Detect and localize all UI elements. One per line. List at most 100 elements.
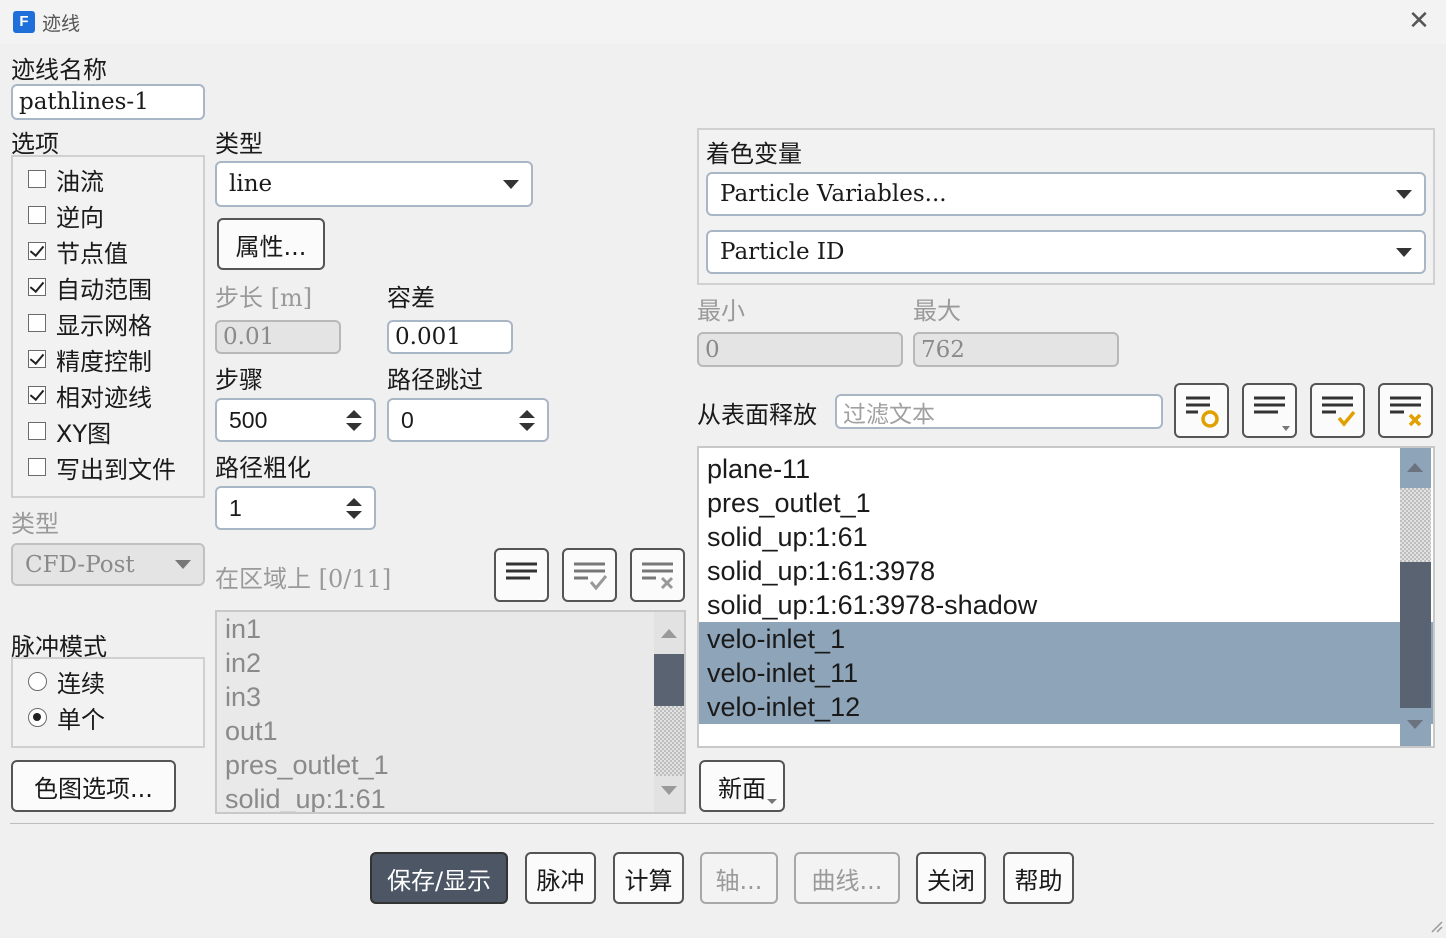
option-checkbox-row[interactable]: 相对迹线 — [28, 377, 203, 413]
option-label: 自动范围 — [56, 275, 152, 304]
new-surface-button[interactable]: 新面 — [699, 760, 785, 812]
color-variable-dropdown[interactable]: Particle ID — [706, 230, 1426, 274]
option-checkbox-row[interactable]: 节点值 — [28, 233, 203, 269]
close-button[interactable]: 关闭 — [916, 852, 986, 904]
help-button[interactable]: 帮助 — [1003, 852, 1074, 904]
min-field[interactable]: 0 — [697, 332, 903, 367]
option-label: 油流 — [56, 167, 104, 196]
surface-list-item[interactable]: solid_up:1:61:3978-shadow — [699, 588, 1433, 622]
zone-list-item[interactable]: pres_outlet_1 — [217, 748, 684, 782]
option-label: 逆向 — [56, 203, 104, 232]
window-title: 迹线 — [42, 13, 81, 35]
path-skip-label: 路径跳过 — [387, 366, 483, 394]
save-display-button[interactable]: 保存/显示 — [370, 852, 508, 904]
stepper-arrows-icon[interactable] — [346, 409, 362, 431]
step-length-label: 步长 [m] — [215, 284, 313, 312]
path-skip-stepper[interactable]: 0 — [387, 398, 549, 442]
tolerance-field[interactable]: 0.001 — [387, 320, 513, 354]
zones-label: 在区域上 [0/11] — [215, 565, 392, 593]
zone-list-item[interactable]: in3 — [217, 680, 684, 714]
pulse-radio-row[interactable]: 单个 — [28, 699, 203, 735]
steps-stepper[interactable]: 500 — [215, 398, 376, 442]
surface-list-item[interactable]: velo-inlet_12 — [699, 690, 1433, 724]
zones-select-all-icon[interactable] — [562, 548, 617, 602]
zones-items: in1 in2 in3 out1 pres_outlet_1 solid_up:1:61 — [217, 612, 684, 812]
surface-list-item[interactable]: solid_up:1:61 — [699, 520, 1433, 554]
color-category-value: Particle Variables... — [720, 181, 947, 207]
zones-list[interactable]: in1 in2 in3 out1 pres_outlet_1 solid_up:1:61 — [215, 610, 686, 814]
pulse-button[interactable]: 脉冲 — [525, 852, 596, 904]
zones-scrollbar[interactable] — [654, 612, 684, 812]
options-label: 选项 — [11, 130, 59, 158]
surface-list-item[interactable]: velo-inlet_1 — [699, 622, 1433, 656]
pulse-mode-list: 连续 单个 — [28, 663, 203, 735]
resize-grip-icon[interactable] — [1428, 912, 1444, 934]
path-coarsen-stepper[interactable]: 1 — [215, 486, 376, 530]
max-field[interactable]: 762 — [913, 332, 1119, 367]
checkbox-checked-icon[interactable] — [28, 242, 46, 260]
path-coarsen-label: 路径粗化 — [215, 454, 311, 482]
steps-value: 500 — [229, 406, 268, 433]
surface-list-item[interactable]: plane-11 — [699, 452, 1433, 486]
surface-items: plane-11 pres_outlet_1 solid_up:1:61 solid_… — [699, 448, 1433, 724]
lower-type-label: 类型 — [11, 510, 59, 538]
zone-list-item[interactable]: solid_up:1:61 — [217, 782, 684, 812]
new-group-icon[interactable] — [1174, 383, 1229, 438]
checkbox-checked-icon[interactable] — [28, 386, 46, 404]
list-options-icon[interactable] — [1242, 383, 1297, 438]
zones-list-icon[interactable] — [494, 548, 549, 602]
option-checkbox-row[interactable]: 自动范围 — [28, 269, 203, 305]
color-variable-value: Particle ID — [720, 239, 845, 265]
axes-button[interactable]: 轴... — [700, 852, 778, 904]
stepper-arrows-icon[interactable] — [346, 497, 362, 519]
pulse-option-label: 连续 — [57, 669, 105, 698]
pulse-radio-row[interactable]: 连续 — [28, 663, 203, 699]
deselect-all-icon[interactable] — [1378, 383, 1433, 438]
name-field[interactable]: pathlines-1 — [11, 84, 205, 120]
app-icon: F — [13, 11, 35, 33]
radio-unselected-icon[interactable] — [28, 671, 47, 691]
surfaces-list[interactable]: plane-11 pres_outlet_1 solid_up:1:61 solid_… — [697, 446, 1435, 748]
lower-type-value: CFD-Post — [25, 551, 135, 578]
option-checkbox-row[interactable]: 精度控制 — [28, 341, 203, 377]
type-dropdown[interactable]: line — [215, 161, 533, 207]
name-label: 迹线名称 — [11, 56, 107, 84]
option-checkbox-row[interactable]: 显示网格 — [28, 305, 203, 341]
option-label: XY图 — [56, 419, 112, 448]
checkbox-unchecked-icon[interactable] — [28, 422, 46, 440]
checkbox-checked-icon[interactable] — [28, 278, 46, 296]
option-checkbox-row[interactable]: XY图 — [28, 413, 203, 449]
surface-filter-input[interactable]: 过滤文本 — [835, 394, 1163, 429]
attributes-button[interactable]: 属性... — [217, 218, 325, 270]
checkbox-unchecked-icon[interactable] — [28, 458, 46, 476]
surface-list-item[interactable]: pres_outlet_1 — [699, 486, 1433, 520]
radio-selected-icon[interactable] — [28, 707, 47, 727]
surface-list-item[interactable]: solid_up:1:61:3978 — [699, 554, 1433, 588]
surface-list-item[interactable]: velo-inlet_11 — [699, 656, 1433, 690]
colormap-options-button[interactable]: 色图选项... — [11, 760, 176, 812]
zones-deselect-all-icon[interactable] — [630, 548, 685, 602]
zone-list-item[interactable]: in2 — [217, 646, 684, 680]
option-checkbox-row[interactable]: 写出到文件 — [28, 449, 203, 485]
zone-list-item[interactable]: out1 — [217, 714, 684, 748]
checkbox-checked-icon[interactable] — [28, 350, 46, 368]
color-category-dropdown[interactable]: Particle Variables... — [706, 172, 1426, 216]
checkbox-unchecked-icon[interactable] — [28, 314, 46, 332]
type-label: 类型 — [215, 130, 263, 158]
option-checkbox-row[interactable]: 逆向 — [28, 197, 203, 233]
checkbox-unchecked-icon[interactable] — [28, 170, 46, 188]
checkbox-unchecked-icon[interactable] — [28, 206, 46, 224]
step-length-field[interactable]: 0.01 — [215, 320, 341, 354]
surfaces-scrollbar[interactable] — [1400, 448, 1431, 746]
title-bar — [0, 0, 1446, 44]
chevron-down-icon — [1396, 247, 1412, 257]
close-icon[interactable]: ✕ — [1404, 6, 1434, 36]
zone-list-item[interactable]: in1 — [217, 612, 684, 646]
curves-button[interactable]: 曲线... — [794, 852, 900, 904]
lower-type-dropdown[interactable]: CFD-Post — [11, 543, 205, 586]
select-all-icon[interactable] — [1310, 383, 1365, 438]
option-checkbox-row[interactable]: 油流 — [28, 161, 203, 197]
option-label: 显示网格 — [56, 311, 152, 340]
stepper-arrows-icon[interactable] — [519, 409, 535, 431]
compute-button[interactable]: 计算 — [613, 852, 684, 904]
